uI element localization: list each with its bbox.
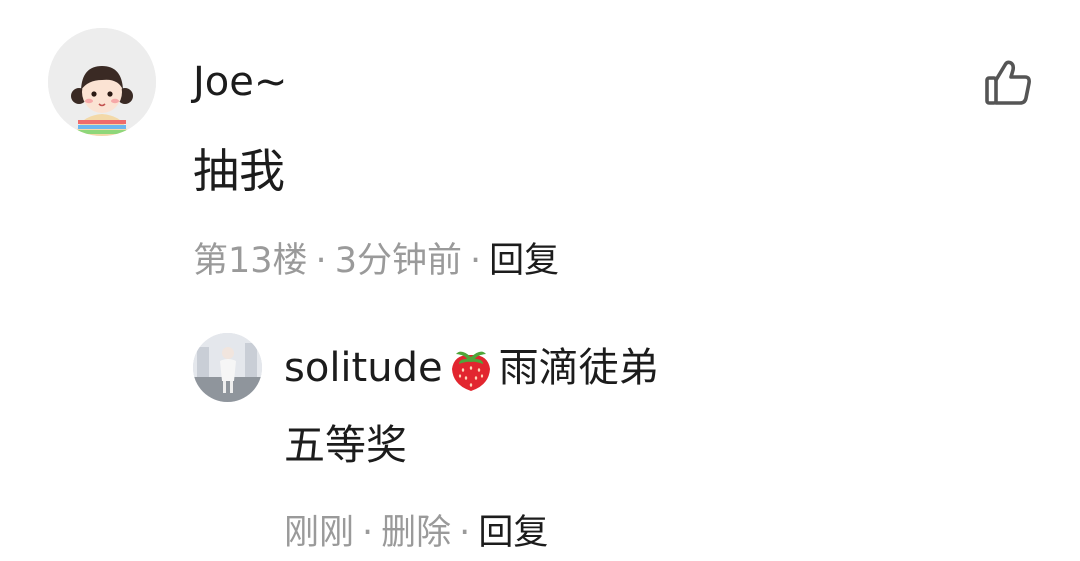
timestamp: 3分钟前	[334, 241, 462, 281]
cartoon-girl-avatar-icon	[48, 28, 156, 136]
reply-avatar[interactable]	[193, 333, 262, 402]
comment-text: 抽我	[193, 144, 285, 198]
reply-button[interactable]: 回复	[489, 238, 559, 284]
reply-username[interactable]: solitude 雨滴徒弟	[284, 342, 659, 394]
reply-button[interactable]: 回复	[478, 510, 548, 556]
username-prefix: solitude	[284, 345, 443, 391]
separator-dot: ·	[469, 241, 482, 281]
floor-number: 第13楼	[193, 241, 308, 281]
timestamp: 刚刚	[284, 513, 355, 553]
comment-meta: 第13楼 · 3分钟前 · 回复	[193, 238, 559, 284]
strawberry-icon	[445, 342, 497, 394]
reply-meta: 刚刚 · 删除 · 回复	[284, 510, 548, 556]
username-suffix: 雨滴徒弟	[498, 345, 659, 391]
delete-button[interactable]: 删除	[381, 510, 451, 556]
like-button[interactable]	[981, 56, 1035, 110]
photo-avatar-icon	[193, 333, 262, 402]
separator-dot: ·	[315, 241, 327, 281]
separator-dot: ·	[459, 513, 471, 553]
reply-text: 五等奖	[284, 421, 407, 469]
username[interactable]: Joe~	[193, 58, 287, 106]
separator-dot: ·	[362, 513, 374, 553]
thumbs-up-icon	[985, 60, 1031, 105]
avatar[interactable]	[48, 28, 156, 136]
